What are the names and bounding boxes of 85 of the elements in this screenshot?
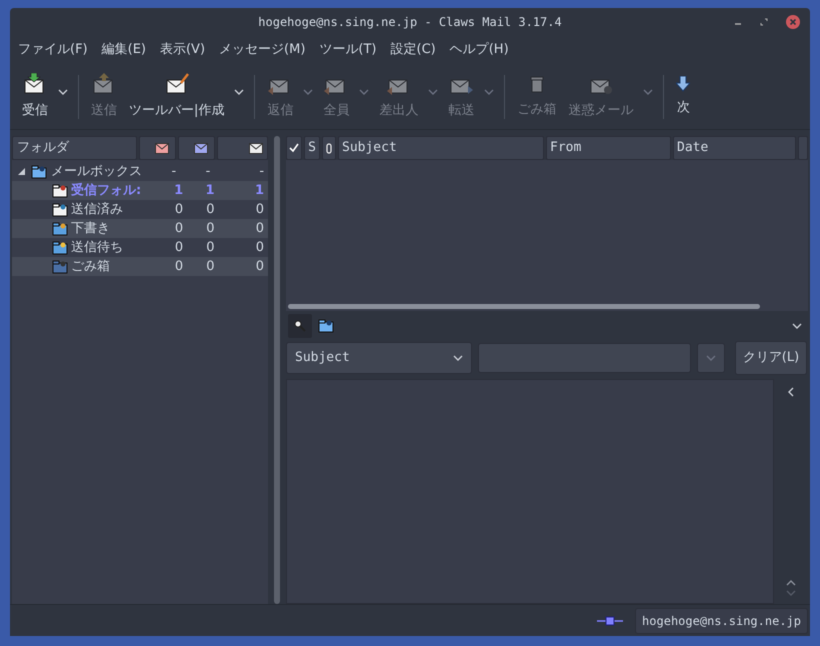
search-toggle-button[interactable]	[288, 314, 312, 338]
folder-count: 1	[173, 182, 184, 200]
folder-row[interactable]: 下書き 0 0 0	[12, 219, 268, 238]
caret-icon	[706, 355, 716, 361]
column-header[interactable]	[178, 136, 215, 160]
caret-icon	[234, 88, 244, 94]
caret-icon	[643, 88, 654, 94]
folder-count: 0	[174, 200, 184, 219]
folder-name: ごみ箱	[71, 258, 111, 276]
folder-count: 0	[174, 258, 184, 276]
column-header[interactable]	[322, 136, 336, 160]
folder-count: 0	[174, 238, 184, 257]
caret-icon	[359, 88, 370, 94]
column-header[interactable]: Date	[673, 136, 796, 160]
folder-icon	[31, 164, 48, 178]
search-input[interactable]	[478, 343, 691, 373]
folder-icon	[52, 240, 68, 254]
close-icon[interactable]	[786, 15, 800, 29]
folder-icon	[52, 222, 68, 236]
envelope-icon	[249, 142, 263, 154]
folder-count: -	[170, 162, 176, 181]
toolbar-button[interactable]: ツールバー|作成	[123, 72, 230, 120]
folder-count: 0	[174, 220, 184, 238]
folder-count: -	[204, 162, 210, 181]
column-header[interactable]: From	[546, 136, 671, 160]
folder-count: 1	[204, 182, 215, 200]
search-field-dropdown[interactable]: Subject	[286, 342, 472, 374]
folder-name: 受信フォル:	[71, 182, 142, 200]
folder-name: 下書き	[71, 220, 111, 238]
maximize-icon[interactable]	[760, 18, 768, 26]
column-header[interactable]: フォルダ	[12, 136, 137, 160]
folder-count: 0	[205, 220, 215, 238]
caret-icon	[428, 88, 438, 94]
account-label[interactable]: hogehoge@ns.sing.ne.jp	[635, 608, 808, 634]
menu-item[interactable]: 編集(E)	[102, 40, 146, 60]
menu-item[interactable]: 設定(C)	[390, 40, 436, 60]
toolbar-button[interactable]: 次	[670, 76, 696, 118]
folder-count: 0	[254, 238, 265, 257]
folder-icon	[52, 202, 68, 216]
scroll-up-icon[interactable]	[786, 580, 796, 586]
caret-icon	[58, 88, 68, 94]
menu-item[interactable]: メッセージ(M)	[219, 40, 306, 60]
clear-button[interactable]: クリア(L)	[735, 341, 807, 375]
folder-icon	[52, 184, 68, 198]
menu-item[interactable]: ツール(T)	[319, 40, 376, 60]
trash-can-icon	[52, 260, 68, 274]
caret-icon	[453, 355, 463, 361]
column-header[interactable]	[139, 136, 176, 160]
envelope-icon	[194, 142, 208, 154]
window-title: hogehoge@ns.sing.ne.jp - Claws Mail 3.17.4	[258, 14, 562, 31]
folder-count: 0	[254, 258, 265, 276]
expand-icon	[792, 323, 802, 329]
toolbar-button[interactable]: 受信	[16, 72, 54, 120]
folder-count: 0	[254, 200, 265, 219]
checkmark-icon	[289, 143, 299, 153]
connection-icon	[597, 616, 624, 626]
folder-count: 0	[205, 200, 215, 219]
caret-icon	[303, 88, 314, 94]
folder-count: 0	[205, 238, 215, 257]
folder-count: 0	[205, 258, 215, 276]
folder-count: -	[258, 162, 266, 181]
envelope-icon	[155, 142, 169, 154]
search-icon	[294, 320, 306, 332]
trash-can-icon	[528, 74, 545, 94]
folder-icon	[318, 319, 334, 333]
column-header[interactable]	[286, 136, 302, 160]
scrollbar[interactable]	[288, 304, 760, 308]
folder-name: 送信待ち	[71, 238, 124, 257]
envelope-pen-icon	[164, 72, 189, 95]
menu-item[interactable]: ファイル(F)	[18, 40, 88, 60]
column-header[interactable]: Subject	[338, 136, 544, 160]
folder-name: メールボックス	[51, 162, 142, 181]
paperclip-icon	[326, 142, 332, 154]
menu-item[interactable]: ヘルプ(H)	[450, 40, 509, 60]
folder-name: 送信済み	[71, 200, 124, 219]
column-header[interactable]	[217, 136, 268, 160]
column-header[interactable]: S	[304, 136, 320, 160]
down-arrow-icon	[676, 76, 690, 92]
folder-row[interactable]: ごみ箱 0 0 0	[12, 257, 268, 276]
caret-icon	[484, 88, 494, 94]
collapse-icon[interactable]	[788, 387, 794, 397]
expander-icon[interactable]	[18, 168, 26, 175]
menu-item[interactable]: 表示(V)	[160, 40, 206, 60]
folder-count: 0	[254, 220, 265, 238]
folder-count: 1	[254, 182, 265, 200]
